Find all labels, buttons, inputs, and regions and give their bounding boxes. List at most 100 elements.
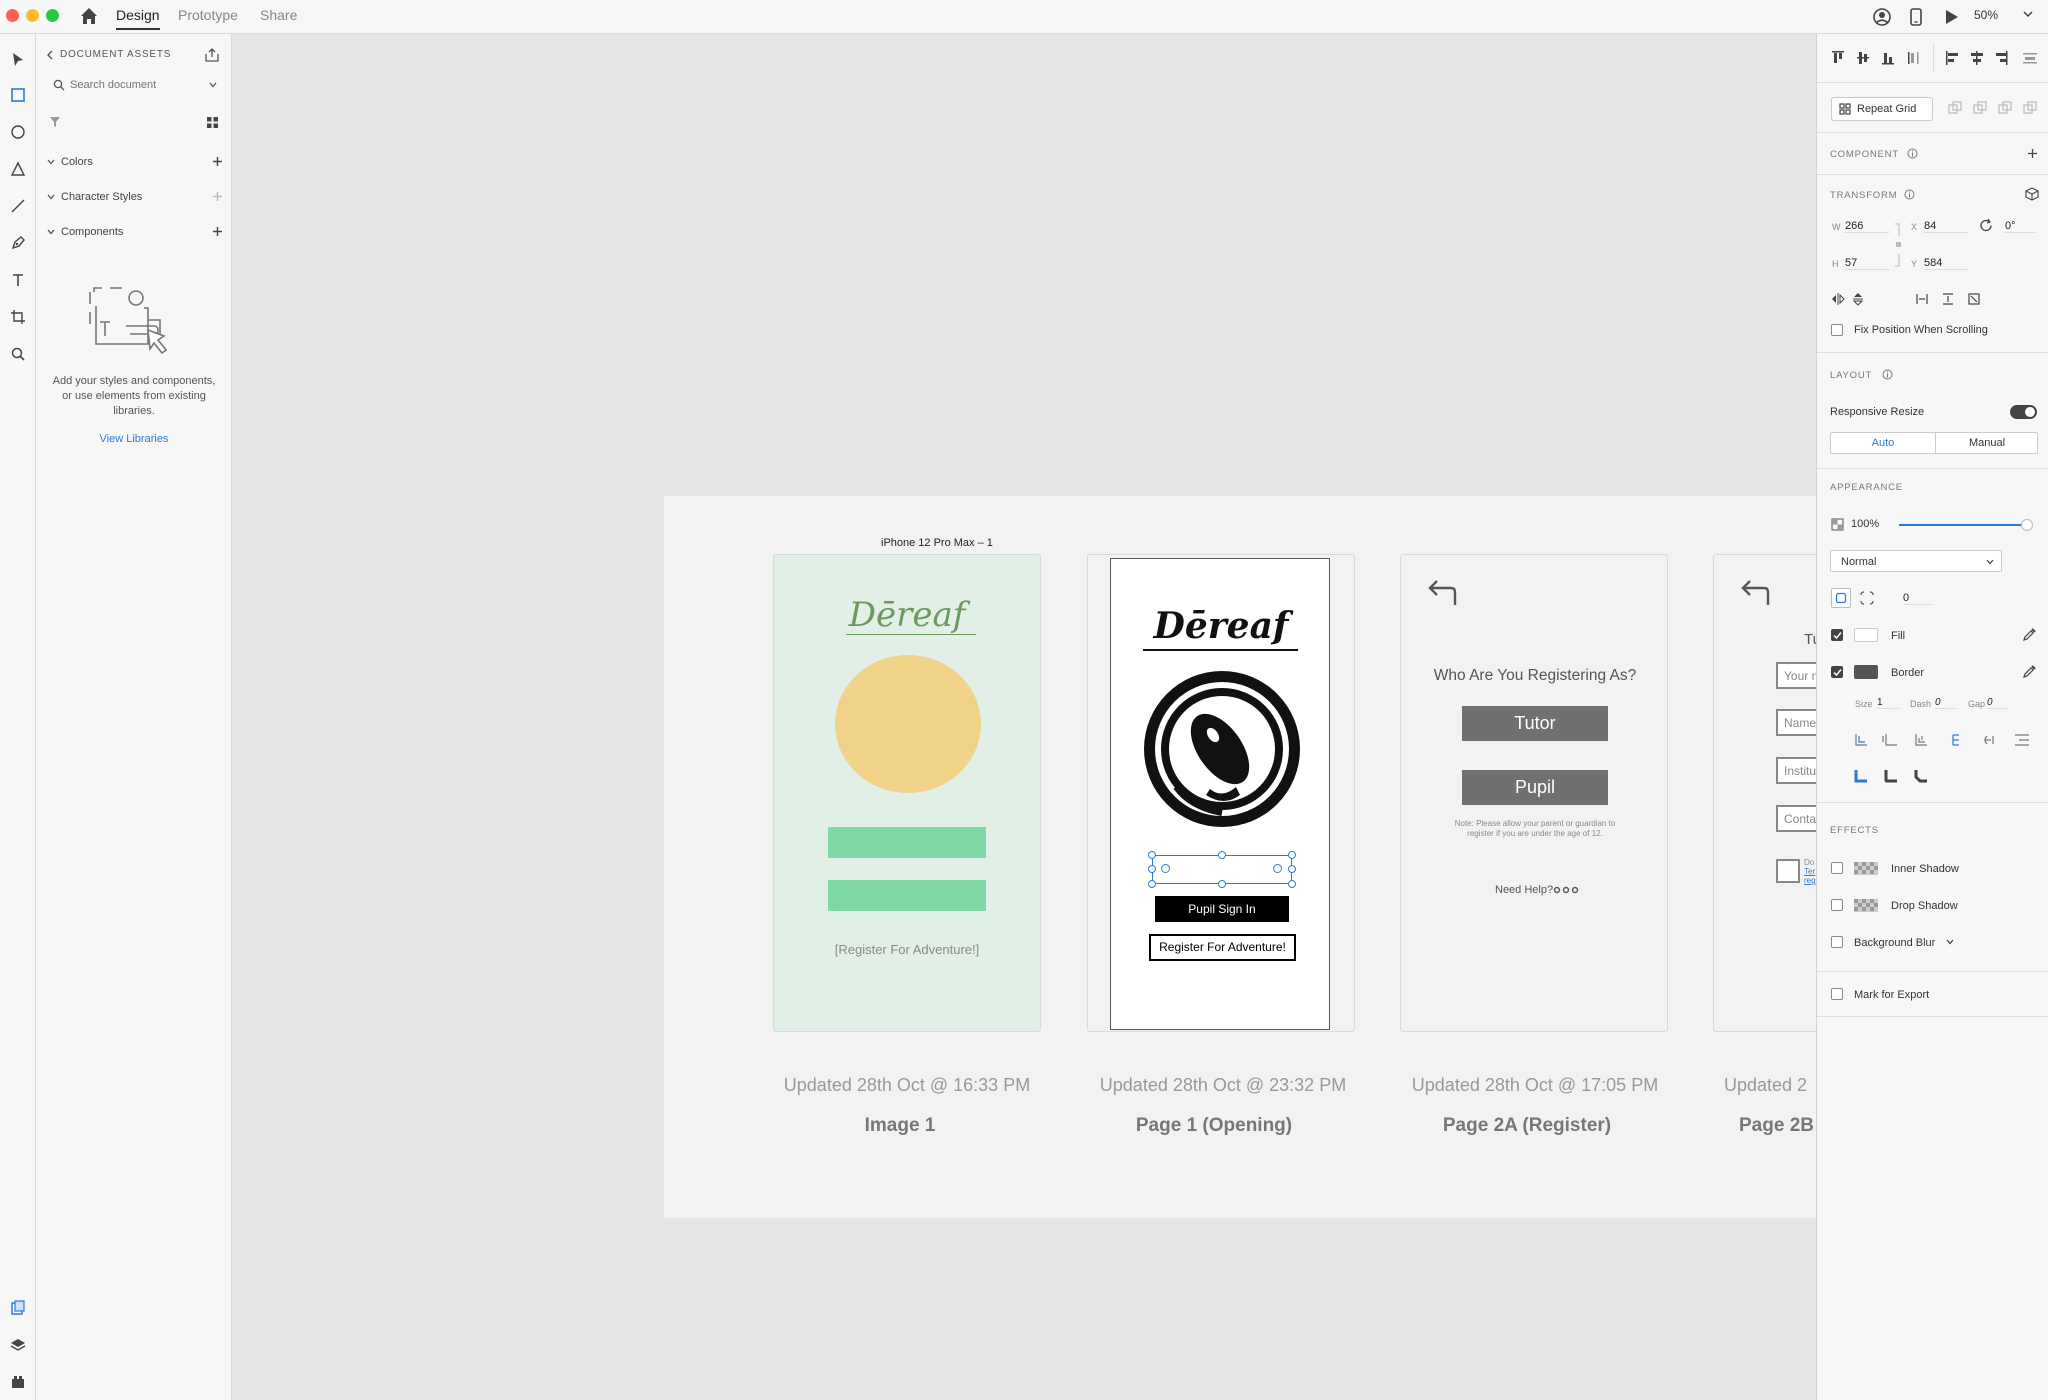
info-icon[interactable]: [1904, 189, 1915, 200]
tab-prototype[interactable]: Prototype: [178, 7, 238, 23]
corner-uniform-button[interactable]: [1831, 588, 1851, 608]
responsive-resize-toggle[interactable]: [2010, 405, 2037, 419]
border-position-icons[interactable]: [1853, 732, 2043, 748]
chevron-down-icon[interactable]: [2020, 6, 2036, 22]
drop-shadow-checkbox[interactable]: [1831, 899, 1843, 911]
eyedropper-icon[interactable]: [2022, 627, 2037, 642]
flip-icons[interactable]: [1831, 292, 1871, 306]
border-size-field[interactable]: 1: [1877, 697, 1899, 709]
resize-handle[interactable]: [1148, 851, 1156, 859]
artboard-name[interactable]: Page 2A (Register): [1377, 1115, 1677, 1137]
resize-handle[interactable]: [1288, 851, 1296, 859]
corner-radius-handle[interactable]: [1161, 864, 1170, 873]
resize-handle[interactable]: [1288, 880, 1296, 888]
assets-panel-icon[interactable]: [6, 1296, 30, 1320]
share-export-icon[interactable]: [204, 47, 220, 63]
resize-handle[interactable]: [1218, 880, 1226, 888]
chevron-down-icon[interactable]: [208, 80, 218, 90]
border-join-icons[interactable]: [1853, 768, 1933, 784]
zoom-level[interactable]: 50%: [1974, 8, 1998, 22]
info-icon[interactable]: [1907, 148, 1918, 159]
height-field[interactable]: 57: [1845, 257, 1889, 270]
artboard-image-1[interactable]: Dēreaf [Register For Adventure!]: [773, 554, 1041, 1032]
add-character-style-icon[interactable]: [212, 191, 223, 202]
width-field[interactable]: 266: [1845, 220, 1889, 233]
repeat-grid-button[interactable]: Repeat Grid: [1831, 97, 1933, 121]
user-account-icon[interactable]: [1871, 6, 1893, 28]
border-gap-field[interactable]: 0: [1987, 697, 2009, 709]
artboard-page-2a[interactable]: Who Are You Registering As? Tutor Pupil …: [1400, 554, 1668, 1032]
mobile-preview-icon[interactable]: [1905, 6, 1927, 28]
rectangle-tool-icon[interactable]: [6, 83, 30, 107]
artboard-name[interactable]: Page 2B: [1739, 1115, 1816, 1137]
fill-color-swatch[interactable]: [1854, 628, 1878, 642]
x-position-field[interactable]: 84: [1924, 220, 1968, 233]
fill-checkbox[interactable]: [1831, 629, 1843, 641]
opacity-value[interactable]: 100%: [1851, 518, 1879, 530]
layers-panel-icon[interactable]: [6, 1333, 30, 1357]
resize-handle[interactable]: [1148, 865, 1156, 873]
zoom-tool-icon[interactable]: [6, 342, 30, 366]
y-position-field[interactable]: 584: [1924, 257, 1968, 270]
plugins-panel-icon[interactable]: [6, 1370, 30, 1394]
grid-view-icon[interactable]: [206, 116, 219, 129]
distribute-icons[interactable]: [1915, 292, 2015, 306]
tab-share[interactable]: Share: [260, 7, 297, 23]
artboard-page-1[interactable]: Dēreaf Pupil Sign In Register For Advent…: [1087, 554, 1355, 1032]
tab-design[interactable]: Design: [116, 7, 160, 30]
manual-option[interactable]: Manual: [1936, 433, 2038, 453]
close-window-button[interactable]: [6, 9, 19, 22]
chevron-left-icon[interactable]: [46, 50, 54, 60]
background-blur-checkbox[interactable]: [1831, 936, 1843, 948]
corner-independent-icon[interactable]: [1860, 591, 1874, 605]
fix-position-checkbox[interactable]: [1831, 324, 1843, 336]
vertical-align-icons[interactable]: [1831, 50, 1923, 66]
auto-option[interactable]: Auto: [1831, 433, 1935, 453]
mark-export-checkbox[interactable]: [1831, 988, 1843, 1000]
eyedropper-icon[interactable]: [2022, 664, 2037, 679]
maximize-window-button[interactable]: [46, 9, 59, 22]
polygon-tool-icon[interactable]: [6, 157, 30, 181]
artboard-title[interactable]: iPhone 12 Pro Max – 1: [881, 537, 993, 549]
border-checkbox[interactable]: [1831, 666, 1843, 678]
text-tool-icon[interactable]: [6, 268, 30, 292]
resize-handle[interactable]: [1288, 865, 1296, 873]
corner-radius-handle[interactable]: [1273, 864, 1282, 873]
3d-transform-icon[interactable]: [2025, 187, 2039, 201]
home-icon[interactable]: [78, 5, 100, 27]
boolean-ops-icons[interactable]: [1948, 101, 2038, 117]
ellipse-tool-icon[interactable]: [6, 120, 30, 144]
corner-radius-field[interactable]: 0: [1903, 592, 1933, 605]
search-input[interactable]: [70, 75, 200, 95]
add-component-icon[interactable]: [212, 226, 223, 237]
artboard-name[interactable]: Page 1 (Opening): [1064, 1115, 1364, 1137]
resize-handle[interactable]: [1148, 880, 1156, 888]
inner-shadow-checkbox[interactable]: [1831, 862, 1843, 874]
resize-handle[interactable]: [1218, 851, 1226, 859]
filter-icon[interactable]: [49, 116, 61, 128]
play-preview-icon[interactable]: [1940, 6, 1962, 28]
pen-tool-icon[interactable]: [6, 231, 30, 255]
add-color-icon[interactable]: [212, 156, 223, 167]
section-components[interactable]: Components: [46, 222, 226, 242]
select-tool-icon[interactable]: [6, 48, 30, 72]
add-component-icon[interactable]: [2027, 148, 2038, 159]
section-colors[interactable]: Colors: [46, 152, 226, 172]
horizontal-align-icons[interactable]: [1945, 50, 2041, 66]
view-libraries-link[interactable]: View Libraries: [48, 433, 220, 445]
lock-aspect-icon[interactable]: [1894, 222, 1902, 268]
chevron-down-icon[interactable]: [1945, 937, 1955, 947]
opacity-slider[interactable]: [1899, 519, 2033, 531]
border-dash-field[interactable]: 0: [1935, 697, 1957, 709]
opacity-slider-knob[interactable]: [2021, 519, 2033, 531]
info-icon[interactable]: [1882, 369, 1893, 380]
line-tool-icon[interactable]: [6, 194, 30, 218]
border-color-swatch[interactable]: [1854, 665, 1878, 679]
minimize-window-button[interactable]: [26, 9, 39, 22]
artboard-name[interactable]: Image 1: [750, 1115, 1050, 1137]
artboard-page-2b[interactable]: Tu Your n Name Institu Conta Do Ter reg: [1713, 554, 1816, 1032]
blend-mode-select[interactable]: Normal: [1830, 550, 2002, 572]
rotation-field[interactable]: 0°: [2005, 220, 2035, 233]
section-character-styles[interactable]: Character Styles: [46, 187, 226, 207]
artboard-tool-icon[interactable]: [6, 305, 30, 329]
